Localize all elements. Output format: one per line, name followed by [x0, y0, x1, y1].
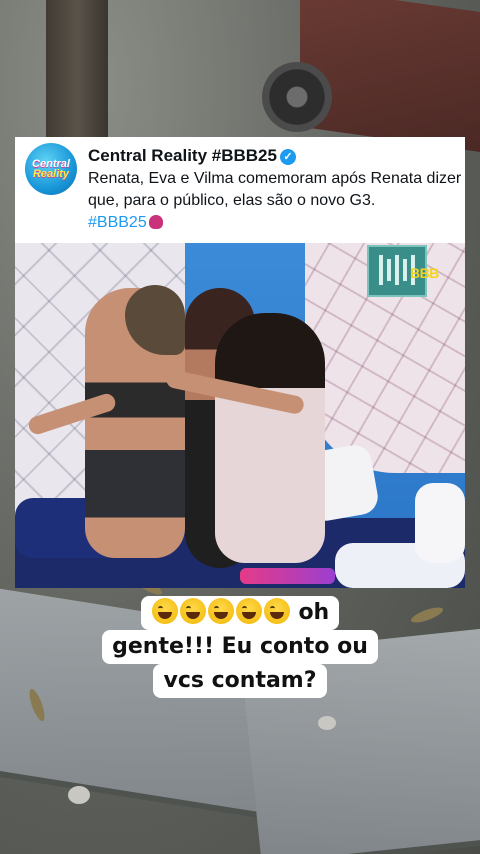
tweet-card[interactable]: Central Reality Central Reality #BBB25 ✓ …: [15, 137, 465, 588]
person: [215, 313, 325, 563]
pillow: [415, 483, 465, 563]
bbb-logo-text: BBB: [410, 265, 439, 281]
pebble: [318, 716, 336, 730]
tire: [262, 62, 332, 132]
bench: [300, 0, 480, 154]
tweet-body: Renata, Eva e Vilma comemoram após Renat…: [88, 168, 465, 234]
caption-text-1: oh: [298, 600, 330, 625]
grinning-face-icon: [151, 598, 178, 624]
caption: oh gente!!! Eu conto ou vcs contam?: [0, 596, 480, 698]
wooden-post: [46, 0, 108, 140]
caption-line-2: gente!!! Eu conto ou: [102, 630, 378, 664]
author-name-row[interactable]: Central Reality #BBB25 ✓: [88, 146, 296, 166]
grinning-face-icon: [207, 598, 234, 624]
avatar-text-bottom: Reality: [32, 168, 70, 180]
grinning-face-icon: [235, 598, 262, 624]
grinning-face-icon: [263, 598, 290, 624]
avatar[interactable]: Central Reality: [25, 143, 77, 195]
pebble: [68, 786, 90, 804]
verified-badge-icon: ✓: [279, 149, 296, 165]
emoji-group: [151, 598, 291, 625]
caption-line-3: vcs contam?: [153, 664, 327, 698]
author-name[interactable]: Central Reality #BBB25: [88, 146, 277, 165]
bottle: [240, 568, 335, 584]
bbb-emoji-icon: [148, 215, 163, 229]
tweet-photo[interactable]: BBB: [15, 243, 465, 588]
grinning-face-icon: [179, 598, 206, 624]
tweet-text: Renata, Eva e Vilma comemoram após Renat…: [88, 170, 462, 209]
caption-line-1: oh: [140, 596, 340, 630]
hashtag-link[interactable]: #BBB25: [88, 214, 147, 231]
